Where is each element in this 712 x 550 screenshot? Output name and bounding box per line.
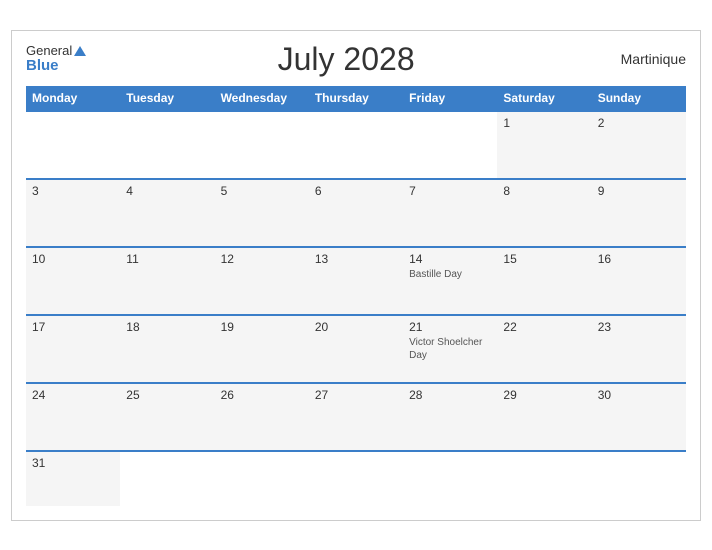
day-number: 22 — [503, 320, 585, 334]
calendar-cell: 12 — [215, 247, 309, 315]
calendar-grid: Monday Tuesday Wednesday Thursday Friday… — [26, 86, 686, 506]
day-number: 24 — [32, 388, 114, 402]
day-number: 4 — [126, 184, 208, 198]
header-monday: Monday — [26, 86, 120, 111]
day-number: 3 — [32, 184, 114, 198]
calendar-cell: 9 — [592, 179, 686, 247]
day-number: 30 — [598, 388, 680, 402]
weekday-header-row: Monday Tuesday Wednesday Thursday Friday… — [26, 86, 686, 111]
calendar-cell — [497, 451, 591, 506]
day-number: 1 — [503, 116, 585, 130]
day-number: 20 — [315, 320, 397, 334]
logo-blue-text: Blue — [26, 58, 86, 75]
calendar-cell: 26 — [215, 383, 309, 451]
day-number: 5 — [221, 184, 303, 198]
day-number: 15 — [503, 252, 585, 266]
calendar-cell — [26, 111, 120, 179]
calendar-cell: 11 — [120, 247, 214, 315]
day-number: 7 — [409, 184, 491, 198]
calendar-cell — [215, 111, 309, 179]
calendar-cell — [309, 111, 403, 179]
calendar-cell: 6 — [309, 179, 403, 247]
day-number: 16 — [598, 252, 680, 266]
event-label: Bastille Day — [409, 268, 491, 281]
day-number: 28 — [409, 388, 491, 402]
day-number: 23 — [598, 320, 680, 334]
day-number: 10 — [32, 252, 114, 266]
calendar-region: Martinique — [606, 51, 686, 67]
calendar-cell: 5 — [215, 179, 309, 247]
day-number: 2 — [598, 116, 680, 130]
calendar-header: General Blue July 2028 Martinique — [26, 41, 686, 78]
day-number: 19 — [221, 320, 303, 334]
day-number: 18 — [126, 320, 208, 334]
calendar-cell — [403, 451, 497, 506]
day-number: 25 — [126, 388, 208, 402]
calendar-cell: 4 — [120, 179, 214, 247]
calendar-cell — [215, 451, 309, 506]
header-saturday: Saturday — [497, 86, 591, 111]
header-tuesday: Tuesday — [120, 86, 214, 111]
calendar-cell: 7 — [403, 179, 497, 247]
calendar-cell: 22 — [497, 315, 591, 383]
calendar-cell: 19 — [215, 315, 309, 383]
day-number: 17 — [32, 320, 114, 334]
calendar-cell: 16 — [592, 247, 686, 315]
calendar-cell: 17 — [26, 315, 120, 383]
day-number: 14 — [409, 252, 491, 266]
calendar-cell: 27 — [309, 383, 403, 451]
calendar-cell: 1 — [497, 111, 591, 179]
calendar-cell — [592, 451, 686, 506]
calendar-cell: 14 Bastille Day — [403, 247, 497, 315]
calendar-cell: 18 — [120, 315, 214, 383]
day-number: 26 — [221, 388, 303, 402]
calendar-cell: 8 — [497, 179, 591, 247]
header-sunday: Sunday — [592, 86, 686, 111]
calendar-cell — [403, 111, 497, 179]
calendar-cell: 23 — [592, 315, 686, 383]
calendar-container: General Blue July 2028 Martinique Monday… — [11, 30, 701, 521]
day-number: 8 — [503, 184, 585, 198]
logo: General Blue — [26, 44, 86, 75]
day-number: 27 — [315, 388, 397, 402]
logo-general-text: General — [26, 44, 86, 58]
day-number: 6 — [315, 184, 397, 198]
calendar-cell — [309, 451, 403, 506]
calendar-cell — [120, 451, 214, 506]
calendar-cell: 13 — [309, 247, 403, 315]
calendar-cell: 21 Victor Shoelcher Day — [403, 315, 497, 383]
day-number: 12 — [221, 252, 303, 266]
calendar-cell: 2 — [592, 111, 686, 179]
day-number: 9 — [598, 184, 680, 198]
calendar-cell: 29 — [497, 383, 591, 451]
calendar-cell: 3 — [26, 179, 120, 247]
calendar-cell — [120, 111, 214, 179]
calendar-cell: 20 — [309, 315, 403, 383]
day-number: 21 — [409, 320, 491, 334]
logo-triangle-icon — [74, 46, 86, 56]
calendar-cell: 31 — [26, 451, 120, 506]
day-number: 31 — [32, 456, 114, 470]
day-number: 13 — [315, 252, 397, 266]
calendar-cell: 28 — [403, 383, 497, 451]
day-number: 29 — [503, 388, 585, 402]
calendar-cell: 10 — [26, 247, 120, 315]
calendar-cell: 25 — [120, 383, 214, 451]
day-number: 11 — [126, 252, 208, 266]
calendar-cell: 24 — [26, 383, 120, 451]
calendar-cell: 30 — [592, 383, 686, 451]
header-thursday: Thursday — [309, 86, 403, 111]
calendar-title: July 2028 — [86, 41, 606, 78]
header-friday: Friday — [403, 86, 497, 111]
calendar-cell: 15 — [497, 247, 591, 315]
event-label: Victor Shoelcher Day — [409, 336, 491, 362]
header-wednesday: Wednesday — [215, 86, 309, 111]
